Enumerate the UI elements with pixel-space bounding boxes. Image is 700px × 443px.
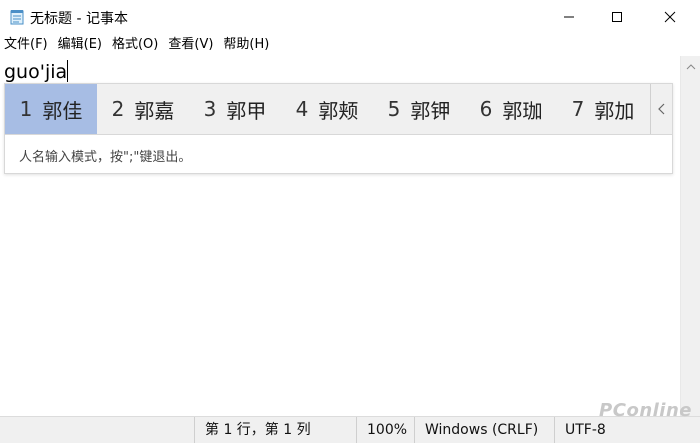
scroll-up-icon — [686, 64, 696, 70]
candidate-1[interactable]: 1 郭佳 — [5, 84, 97, 134]
candidate-number: 2 — [111, 97, 125, 121]
maximize-icon — [612, 12, 622, 22]
menu-edit[interactable]: 编辑(E) — [54, 34, 106, 56]
notepad-icon — [10, 9, 24, 25]
title-bar: 无标题 - 记事本 — [0, 0, 700, 34]
candidate-number: 4 — [295, 97, 309, 121]
status-position: 第 1 行，第 1 列 — [194, 417, 356, 443]
menu-bar: 文件(F) 编辑(E) 格式(O) 查看(V) 帮助(H) — [0, 34, 700, 56]
candidate-text: 郭甲 — [226, 98, 267, 123]
candidate-6[interactable]: 6 郭珈 — [465, 84, 557, 134]
menu-help[interactable]: 帮助(H) — [219, 34, 273, 56]
minimize-button[interactable] — [545, 0, 593, 34]
previous-page-button[interactable] — [650, 84, 673, 134]
status-line-ending: Windows (CRLF) — [414, 417, 554, 443]
menu-file[interactable]: 文件(F) — [0, 34, 52, 56]
candidate-row: 1 郭佳 2 郭嘉 3 郭甲 4 郭颊 5 郭钾 6 郭珈 7 郭加 — [5, 84, 672, 135]
candidate-text: 郭珈 — [502, 98, 543, 123]
candidate-number: 3 — [203, 97, 217, 121]
candidate-text: 郭佳 — [42, 98, 83, 123]
candidate-number: 1 — [19, 97, 33, 121]
candidate-7[interactable]: 7 郭加 — [557, 84, 649, 134]
candidate-5[interactable]: 5 郭钾 — [373, 84, 465, 134]
text-caret — [67, 60, 69, 82]
candidate-text: 郭嘉 — [134, 98, 175, 123]
candidate-text: 郭颊 — [318, 98, 359, 123]
status-zoom: 100% — [356, 417, 414, 443]
watermark-logo: PConline — [599, 400, 692, 421]
menu-view[interactable]: 查看(V) — [164, 34, 217, 56]
candidate-number: 6 — [479, 97, 493, 121]
close-button[interactable] — [646, 0, 694, 34]
candidate-number: 7 — [571, 97, 585, 121]
candidate-3[interactable]: 3 郭甲 — [189, 84, 281, 134]
candidate-4[interactable]: 4 郭颊 — [281, 84, 373, 134]
menu-format[interactable]: 格式(O) — [108, 34, 162, 56]
maximize-button[interactable] — [593, 0, 641, 34]
editor-content: guo'jia — [4, 61, 68, 83]
ime-hint-text: 人名输入模式，按";"键退出。 — [19, 150, 192, 165]
vertical-scrollbar[interactable] — [680, 56, 700, 416]
candidate-2[interactable]: 2 郭嘉 — [97, 84, 189, 134]
candidate-number: 5 — [387, 97, 401, 121]
chevron-left-icon — [658, 103, 665, 115]
candidate-text: 郭钾 — [410, 98, 451, 123]
minimize-icon — [564, 16, 574, 18]
close-icon — [664, 11, 676, 23]
candidate-text: 郭加 — [594, 98, 635, 123]
status-bar: 第 1 行，第 1 列 100% Windows (CRLF) UTF-8 — [0, 416, 700, 443]
window-title: 无标题 - 记事本 — [30, 11, 128, 27]
ime-candidate-window: 1 郭佳 2 郭嘉 3 郭甲 4 郭颊 5 郭钾 6 郭珈 7 郭加 人名输入模式，按";"键… — [4, 83, 673, 174]
